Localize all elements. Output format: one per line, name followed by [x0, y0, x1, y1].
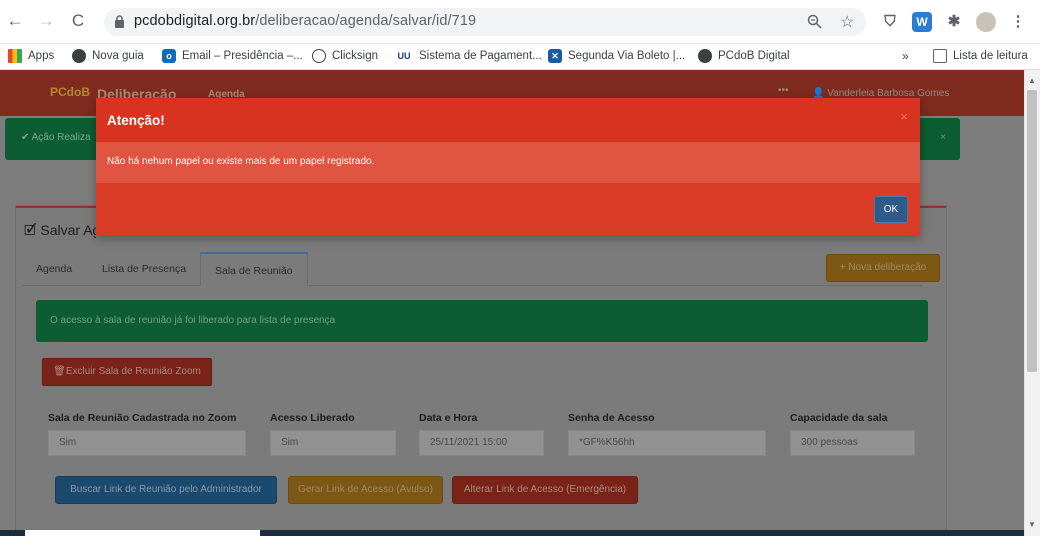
bookmark-segunda-via[interactable]: ✕ Segunda Via Boleto |...	[548, 49, 685, 63]
field-data[interactable]: 25/11/2021 15:00	[419, 430, 544, 456]
bookmarks-overflow-button[interactable]: »	[902, 49, 909, 63]
modal-title: Atenção!	[107, 113, 165, 128]
bookmark-sistema-pagamento[interactable]: UU Sistema de Pagament...	[395, 49, 542, 63]
success-text: Ação Realiza	[31, 132, 91, 143]
check-icon: ✔	[21, 132, 32, 143]
apps-grid-icon	[8, 49, 22, 63]
reading-list-button[interactable]: Lista de leitura	[933, 49, 1028, 63]
back-icon[interactable]: ←	[4, 10, 26, 32]
globe-icon	[698, 49, 712, 63]
field-label-acesso: Acesso Liberado	[270, 412, 355, 424]
trash-icon: 🗑	[53, 366, 66, 377]
bookmark-label: Apps	[28, 50, 55, 62]
reading-list-icon	[933, 49, 947, 63]
bottom-strip	[0, 530, 1024, 536]
pcdob-logo[interactable]: PCdoB	[50, 85, 90, 99]
tab-lista-presenca[interactable]: Lista de Presença	[88, 252, 200, 286]
globe-icon	[72, 49, 86, 63]
modal-body: Não há nehum papel ou existe mais de um …	[96, 143, 920, 183]
modal-ok-button[interactable]: OK	[874, 196, 908, 223]
modal-close-icon[interactable]: ×	[900, 109, 908, 124]
sistema-icon: UU	[395, 49, 413, 63]
gerar-link-button[interactable]: Gerar Link de Acesso (Avulso)	[288, 476, 443, 504]
bookmark-clicksign[interactable]: Clicksign	[312, 49, 378, 63]
excluir-sala-button[interactable]: 🗑Excluir Sala de Reunião Zoom	[42, 358, 212, 386]
agenda-panel: 🗹 Salvar Agenda Agenda Lista de Presença…	[16, 206, 946, 536]
url-path: /deliberacao/agenda/salvar/id/719	[255, 13, 477, 29]
nova-deliberacao-button[interactable]: + Nova deliberação	[826, 254, 940, 282]
field-label-capacidade: Capacidade da sala	[790, 412, 888, 424]
success-close-button[interactable]: ×	[940, 132, 946, 143]
alert-modal: Atenção! × Não há nehum papel ou existe …	[96, 98, 920, 235]
word-extension-icon[interactable]: W	[912, 12, 932, 32]
bookmark-star-icon[interactable]: ☆	[840, 12, 854, 32]
field-label-senha: Senha de Acesso	[568, 412, 655, 424]
bookmark-label: Segunda Via Boleto |...	[568, 50, 686, 62]
access-released-text: O acesso à sala de reunião já foi libera…	[50, 315, 336, 326]
clicksign-icon	[312, 49, 326, 63]
alterar-link-button[interactable]: Alterar Link de Acesso (Emergência)	[452, 476, 638, 504]
bookmark-apps[interactable]: Apps	[8, 49, 54, 63]
scroll-up-icon[interactable]: ▲	[1028, 76, 1036, 85]
bookmark-label: Nova guia	[92, 50, 144, 62]
boleto-icon: ✕	[548, 49, 562, 63]
url-host: pcdobdigital.org.br	[134, 13, 256, 29]
profile-avatar-icon[interactable]	[976, 12, 996, 32]
zoom-icon[interactable]	[807, 14, 822, 33]
bookmark-label: Clicksign	[332, 50, 379, 62]
forward-icon[interactable]: →	[35, 10, 57, 32]
field-sala[interactable]: Sim	[48, 430, 246, 456]
overflow-label: »	[902, 49, 909, 63]
bottom-strip-segment	[25, 530, 260, 536]
access-released-alert: O acesso à sala de reunião já foi libera…	[36, 300, 928, 342]
field-capacidade[interactable]: 300 pessoas	[790, 430, 915, 456]
scroll-down-icon[interactable]: ▼	[1028, 520, 1036, 529]
puzzle-extensions-icon[interactable]: ✱	[944, 12, 964, 32]
tab-bar: Agenda Lista de Presença Sala de Reunião	[22, 252, 922, 286]
buscar-link-button[interactable]: Buscar Link de Reunião pelo Administrado…	[55, 476, 277, 504]
bookmark-nova-guia[interactable]: Nova guia	[72, 49, 144, 63]
reload-icon[interactable]: C	[67, 10, 89, 32]
browser-menu-icon[interactable]: ⋮	[1008, 12, 1028, 32]
panel-title: Salvar Agenda	[40, 222, 96, 238]
scrollbar-thumb[interactable]	[1027, 90, 1037, 372]
lock-icon	[115, 15, 124, 28]
modal-footer: OK	[96, 183, 920, 235]
shield-extension-icon[interactable]: ⛉	[880, 12, 900, 32]
outlook-icon: o	[162, 49, 176, 63]
field-label-data: Data e Hora	[419, 412, 478, 424]
browser-toolbar: ← → C pcdobdigital.org.br/deliberacao/ag…	[0, 0, 1040, 44]
more-icon[interactable]: •••	[778, 85, 789, 96]
excluir-sala-label: Excluir Sala de Reunião Zoom	[65, 366, 201, 377]
modal-message: Não há nehum papel ou existe mais de um …	[107, 156, 375, 167]
field-acesso[interactable]: Sim	[270, 430, 396, 456]
bookmarks-bar: Apps Nova guia o Email – Presidência –..…	[0, 44, 1040, 70]
modal-header: Atenção! ×	[96, 98, 920, 143]
edit-icon: 🗹	[24, 222, 37, 238]
nova-deliberacao-label: Nova deliberação	[848, 262, 927, 273]
bookmark-email[interactable]: o Email – Presidência –...	[162, 49, 303, 63]
tab-sala-reuniao[interactable]: Sala de Reunião	[200, 252, 308, 286]
field-senha[interactable]: *GF%K56hh	[568, 430, 766, 456]
address-bar[interactable]: pcdobdigital.org.br/deliberacao/agenda/s…	[104, 8, 866, 36]
bookmark-label: Sistema de Pagament...	[419, 50, 542, 62]
bookmark-label: PCdoB Digital	[718, 50, 790, 62]
field-label-sala: Sala de Reunião Cadastrada no Zoom	[48, 412, 237, 424]
tab-agenda[interactable]: Agenda	[22, 252, 86, 286]
bookmark-label: Email – Presidência –...	[182, 50, 303, 62]
reading-list-label: Lista de leitura	[953, 50, 1028, 62]
bookmark-pcdob-digital[interactable]: PCdoB Digital	[698, 49, 790, 63]
